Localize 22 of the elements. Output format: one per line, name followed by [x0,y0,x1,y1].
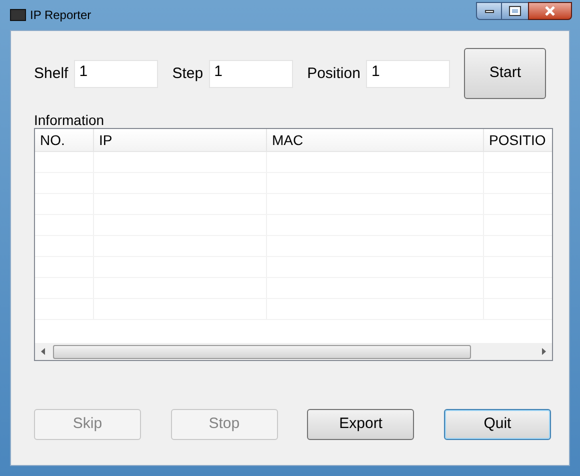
field-label: Step [172,64,204,84]
column-header[interactable]: NO. [35,129,94,151]
column-header[interactable]: POSITIO [484,129,552,151]
app-icon [10,9,26,21]
field-label: Shelf [34,64,68,84]
minimize-button[interactable] [476,2,502,20]
close-icon [545,6,555,16]
scrollbar-thumb[interactable] [53,344,471,358]
window-title: IP Reporter [30,7,92,24]
close-button[interactable] [528,2,572,20]
action-button[interactable]: Quit [444,409,551,440]
action-button[interactable]: Start [464,48,546,98]
section-label: Information [34,112,106,128]
input-field[interactable]: 1 [74,60,158,88]
maximize-button[interactable] [502,2,528,20]
input-field[interactable]: 1 [209,60,294,88]
action-button[interactable]: Export [307,409,414,440]
column-header[interactable]: MAC [267,129,484,151]
horizontal-scrollbar[interactable] [35,343,552,360]
field-label: Position [307,64,360,84]
column-header[interactable]: IP [94,129,267,151]
input-field[interactable]: 1 [366,60,450,88]
